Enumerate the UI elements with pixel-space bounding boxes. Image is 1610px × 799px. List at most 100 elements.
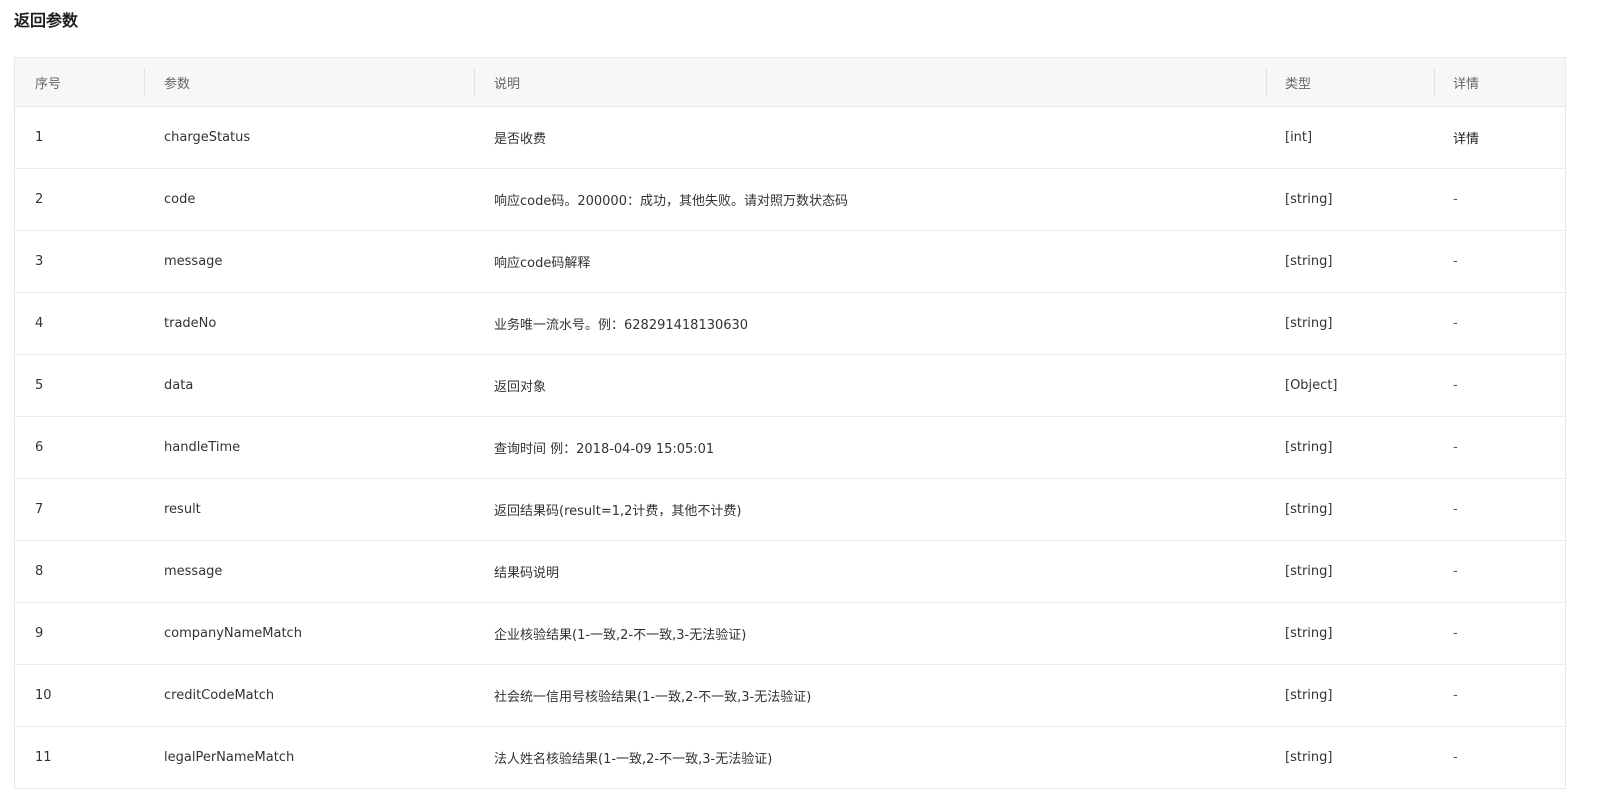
row-no-cell: 11: [15, 727, 145, 788]
row-type-cell: [string]: [1267, 479, 1435, 540]
row-type-cell: [string]: [1267, 231, 1435, 292]
row-no-cell: 10: [15, 665, 145, 726]
row-param-text: message: [164, 254, 223, 269]
row-type-text: [string]: [1285, 502, 1333, 517]
row-param-cell: chargeStatus: [145, 107, 475, 168]
detail-empty: -: [1453, 316, 1458, 331]
row-detail-cell: -: [1435, 231, 1565, 292]
row-no-text: 4: [35, 316, 44, 331]
row-type-text: [string]: [1285, 750, 1333, 765]
row-param-cell: creditCodeMatch: [145, 665, 475, 726]
header-type: 类型: [1267, 58, 1435, 106]
table-row: 10 creditCodeMatch 社会统一信用号核验结果(1-一致,2-不一致,…: [15, 665, 1565, 727]
row-type-text: [string]: [1285, 564, 1333, 579]
row-param-cell: legalPerNameMatch: [145, 727, 475, 788]
row-no-text: 5: [35, 378, 44, 393]
row-no-text: 3: [35, 254, 44, 269]
row-detail-cell: -: [1435, 355, 1565, 416]
section-title: 返回参数: [14, 11, 79, 30]
header-no: 序号: [15, 58, 145, 106]
row-desc-text: 查询时间 例：2018-04-09 15:05:01: [494, 442, 715, 457]
row-no-text: 8: [35, 564, 44, 579]
row-desc-cell: 企业核验结果(1-一致,2-不一致,3-无法验证): [475, 603, 1267, 664]
row-desc-cell: 返回结果码(result=1,2计费，其他不计费): [475, 479, 1267, 540]
row-desc-text: 响应code码。200000：成功，其他失败。请对照万数状态码: [494, 194, 848, 209]
row-param-text: result: [164, 502, 201, 517]
row-desc-cell: 结果码说明: [475, 541, 1267, 602]
row-desc-cell: 响应code码解释: [475, 231, 1267, 292]
row-param-text: message: [164, 564, 223, 579]
row-no-cell: 9: [15, 603, 145, 664]
detail-empty: -: [1453, 688, 1458, 703]
row-detail-cell: -: [1435, 417, 1565, 478]
row-no-text: 1: [35, 130, 44, 145]
row-no-cell: 4: [15, 293, 145, 354]
row-type-cell: [string]: [1267, 293, 1435, 354]
row-desc-text: 返回结果码(result=1,2计费，其他不计费): [494, 504, 742, 519]
row-detail-cell: -: [1435, 665, 1565, 726]
row-desc-cell: 法人姓名核验结果(1-一致,2-不一致,3-无法验证): [475, 727, 1267, 788]
header-desc: 说明: [475, 58, 1267, 106]
row-type-cell: [int]: [1267, 107, 1435, 168]
row-param-cell: message: [145, 541, 475, 602]
row-detail-cell: -: [1435, 169, 1565, 230]
row-param-text: chargeStatus: [164, 130, 251, 145]
row-type-cell: [string]: [1267, 665, 1435, 726]
detail-empty: -: [1453, 378, 1458, 393]
row-param-text: handleTime: [164, 440, 241, 455]
table-row: 7 result 返回结果码(result=1,2计费，其他不计费) [string]…: [15, 479, 1565, 541]
row-param-cell: companyNameMatch: [145, 603, 475, 664]
table-row: 6 handleTime 查询时间 例：2018-04-09 15:05:01 [st…: [15, 417, 1565, 479]
row-type-text: [string]: [1285, 688, 1333, 703]
row-type-cell: [string]: [1267, 727, 1435, 788]
detail-empty: -: [1453, 192, 1458, 207]
detail-empty: -: [1453, 564, 1458, 579]
row-param-cell: data: [145, 355, 475, 416]
row-no-cell: 1: [15, 107, 145, 168]
row-type-cell: [string]: [1267, 417, 1435, 478]
row-desc-text: 结果码说明: [494, 566, 560, 581]
row-type-text: [int]: [1285, 130, 1313, 145]
detail-link[interactable]: 详情: [1453, 128, 1479, 147]
row-desc-cell: 社会统一信用号核验结果(1-一致,2-不一致,3-无法验证): [475, 665, 1267, 726]
row-no-text: 10: [35, 688, 52, 703]
row-type-text: [string]: [1285, 192, 1333, 207]
row-param-text: legalPerNameMatch: [164, 750, 295, 765]
table-row: 4 tradeNo 业务唯一流水号。例：628291418130630 [string…: [15, 293, 1565, 355]
table-row: 5 data 返回对象 [Object] -: [15, 355, 1565, 417]
row-desc-cell: 是否收费: [475, 107, 1267, 168]
row-detail-cell: -: [1435, 727, 1565, 788]
row-no-cell: 7: [15, 479, 145, 540]
row-desc-text: 响应code码解释: [494, 256, 591, 271]
row-detail-cell: -: [1435, 293, 1565, 354]
row-type-cell: [string]: [1267, 603, 1435, 664]
row-no-cell: 6: [15, 417, 145, 478]
row-type-cell: [string]: [1267, 169, 1435, 230]
return-params-table: 序号 参数 说明 类型 详情 1 chargeStatus 是否收费 [int] 详情 2…: [14, 57, 1566, 789]
detail-empty: -: [1453, 626, 1458, 641]
row-type-text: [string]: [1285, 316, 1333, 331]
row-desc-cell: 查询时间 例：2018-04-09 15:05:01: [475, 417, 1267, 478]
row-type-text: [string]: [1285, 254, 1333, 269]
table-row: 3 message 响应code码解释 [string] -: [15, 231, 1565, 293]
row-desc-cell: 返回对象: [475, 355, 1267, 416]
row-no-text: 6: [35, 440, 44, 455]
row-detail-cell: -: [1435, 479, 1565, 540]
detail-empty: -: [1453, 750, 1458, 765]
row-param-text: creditCodeMatch: [164, 688, 275, 703]
row-desc-text: 法人姓名核验结果(1-一致,2-不一致,3-无法验证): [494, 752, 773, 767]
row-detail-cell: 详情: [1435, 107, 1565, 168]
table-row: 11 legalPerNameMatch 法人姓名核验结果(1-一致,2-不一致,3…: [15, 727, 1565, 789]
row-no-text: 11: [35, 750, 52, 765]
row-no-text: 9: [35, 626, 44, 641]
row-no-text: 2: [35, 192, 44, 207]
row-type-text: [string]: [1285, 440, 1333, 455]
row-detail-cell: -: [1435, 603, 1565, 664]
row-param-text: companyNameMatch: [164, 626, 302, 641]
header-detail: 详情: [1453, 76, 1480, 92]
row-desc-text: 返回对象: [494, 380, 547, 395]
detail-empty: -: [1453, 440, 1458, 455]
row-desc-cell: 业务唯一流水号。例：628291418130630: [475, 293, 1267, 354]
table-body: 1 chargeStatus 是否收费 [int] 详情 2 code 响应code码。200…: [15, 107, 1565, 789]
row-param-cell: handleTime: [145, 417, 475, 478]
